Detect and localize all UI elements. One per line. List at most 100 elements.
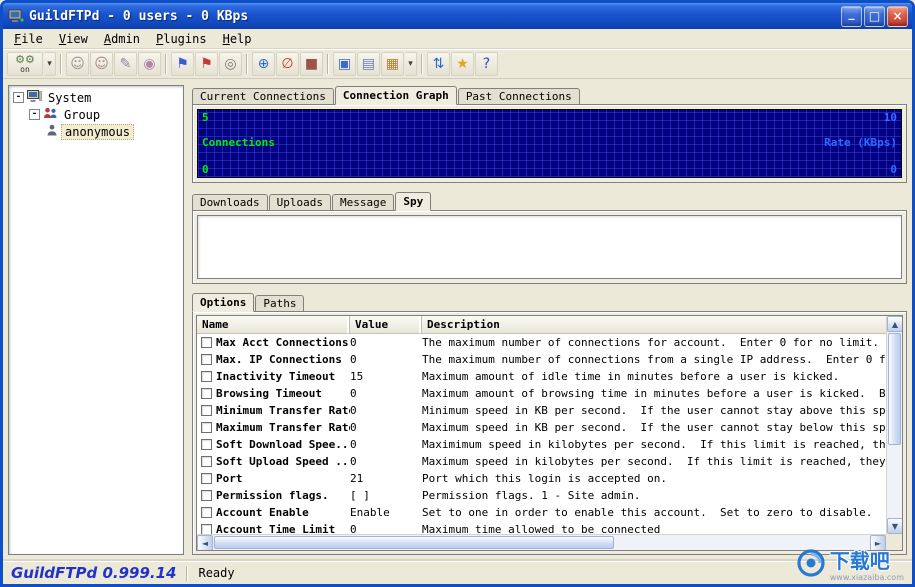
close-button[interactable]: × xyxy=(887,5,908,27)
scroll-up-button[interactable]: ▲ xyxy=(887,316,902,332)
delete-user-button[interactable]: ☺ xyxy=(90,52,113,76)
option-row[interactable]: Max Acct Connections 0 The maximum number … xyxy=(197,334,886,351)
tab-downloads[interactable]: Downloads xyxy=(192,194,268,210)
column-header-value[interactable]: Value xyxy=(350,316,422,333)
option-checkbox[interactable] xyxy=(201,507,212,518)
tab-current-connections[interactable]: Current Connections xyxy=(192,88,334,104)
ban-user-button[interactable]: ⚑ xyxy=(195,52,218,76)
help-button[interactable]: ? xyxy=(475,52,498,76)
online-toggle-button[interactable]: ⚙⚙ on xyxy=(7,52,43,76)
option-checkbox[interactable] xyxy=(201,405,212,416)
option-row[interactable]: Port 21 Port which this login is accepted … xyxy=(197,470,886,487)
horizontal-scrollbar-thumb[interactable] xyxy=(214,536,614,549)
option-row[interactable]: Permission flags. [ ] Permission flags. 1 … xyxy=(197,487,886,504)
option-row[interactable]: Maximum Transfer Rate 0 Maximum speed in K… xyxy=(197,419,886,436)
option-description: The maximum number of connections from a… xyxy=(422,353,886,366)
tab-paths[interactable]: Paths xyxy=(255,295,305,311)
menu-bar: File View Admin Plugins Help xyxy=(3,29,912,49)
option-row[interactable]: Minimum Transfer Rate 0 Minimum speed in K… xyxy=(197,402,886,419)
option-checkbox[interactable] xyxy=(201,337,212,348)
app-window: GuildFTPd - 0 users - 0 KBps _ □ × File V… xyxy=(0,0,915,587)
options-tabs: Options Paths xyxy=(192,292,907,312)
kick-user-button[interactable]: ⚑ xyxy=(171,52,194,76)
view-user-button[interactable]: ◉ xyxy=(138,52,161,76)
tab-spy[interactable]: Spy xyxy=(395,192,432,211)
option-row[interactable]: Soft Download Spee... 0 Maximimum speed in… xyxy=(197,436,886,453)
option-checkbox[interactable] xyxy=(201,371,212,382)
vertical-scrollbar-thumb[interactable] xyxy=(888,333,901,445)
www-services-button[interactable]: ⊕ xyxy=(252,52,275,76)
option-name: Browsing Timeout xyxy=(216,387,322,400)
tab-options[interactable]: Options xyxy=(192,293,255,312)
tab-message[interactable]: Message xyxy=(331,194,395,210)
add-user-button[interactable]: ☺ xyxy=(66,52,89,76)
stop-server-button[interactable]: ■ xyxy=(300,52,323,76)
menu-help[interactable]: Help xyxy=(215,30,260,48)
option-row[interactable]: Account Enable Enable Set to one in order … xyxy=(197,504,886,521)
edit-user-button[interactable]: ✎ xyxy=(114,52,137,76)
option-checkbox[interactable] xyxy=(201,473,212,484)
tree-item-label: anonymous xyxy=(61,123,135,140)
scroll-left-button[interactable]: ◄ xyxy=(197,535,213,550)
question-mark-icon: ? xyxy=(482,56,491,72)
menu-file[interactable]: File xyxy=(6,30,51,48)
option-row[interactable]: Inactivity Timeout 15 Maximum amount of id… xyxy=(197,368,886,385)
minimize-button[interactable]: _ xyxy=(841,5,862,27)
option-checkbox[interactable] xyxy=(201,388,212,399)
option-value: 21 xyxy=(350,472,364,485)
horizontal-scrollbar[interactable]: ◄ ► xyxy=(197,534,886,550)
transfer-arrows-button[interactable]: ⇅ xyxy=(427,52,450,76)
column-header-description[interactable]: Description xyxy=(422,316,886,333)
option-value: 0 xyxy=(350,455,357,468)
tree-collapse-icon[interactable]: - xyxy=(29,109,40,120)
option-checkbox[interactable] xyxy=(201,490,212,501)
spy-output-area xyxy=(197,215,902,279)
tree-item-system[interactable]: - System xyxy=(9,89,183,106)
statistics-button[interactable]: ▦ xyxy=(381,52,404,76)
vertical-scrollbar[interactable]: ▲ ▼ xyxy=(886,316,902,534)
tree-item-group[interactable]: - Group xyxy=(9,106,183,123)
log-window-button[interactable]: ▣ xyxy=(333,52,356,76)
scrollbar-track[interactable] xyxy=(887,446,902,518)
online-dropdown-button[interactable]: ▾ xyxy=(44,52,56,76)
option-row[interactable]: Account Time Limit 0 Maximum time allowed … xyxy=(197,521,886,534)
maximize-button[interactable]: □ xyxy=(864,5,885,27)
option-row[interactable]: Soft Upload Speed ... 0 Maximum speed in k… xyxy=(197,453,886,470)
option-checkbox[interactable] xyxy=(201,439,212,450)
user-tree[interactable]: - System - Group anonymous xyxy=(8,85,184,555)
tab-connection-graph[interactable]: Connection Graph xyxy=(334,86,457,105)
group-icon xyxy=(43,107,58,122)
spy-user-button[interactable]: ◎ xyxy=(219,52,242,76)
graph-right-axis-label: Rate (KBps) xyxy=(824,135,897,149)
window-icon: ▣ xyxy=(337,56,352,72)
deny-access-button[interactable]: ∅ xyxy=(276,52,299,76)
scroll-down-button[interactable]: ▼ xyxy=(887,518,902,534)
title-bar[interactable]: GuildFTPd - 0 users - 0 KBps _ □ × xyxy=(3,3,912,29)
tree-item-anonymous[interactable]: anonymous xyxy=(9,123,183,140)
column-header-name[interactable]: Name xyxy=(197,316,350,333)
statistics-dropdown-button[interactable]: ▾ xyxy=(405,52,417,76)
menu-plugins[interactable]: Plugins xyxy=(148,30,215,48)
graph-left-min: 0 xyxy=(202,163,209,176)
window-title: GuildFTPd - 0 users - 0 KBps xyxy=(29,8,249,24)
chevron-down-icon: ▾ xyxy=(47,58,52,69)
chevron-down-icon: ▾ xyxy=(408,58,413,69)
user-list-button[interactable]: ▤ xyxy=(357,52,380,76)
option-row[interactable]: Max. IP Connections 0 The maximum number o… xyxy=(197,351,886,368)
option-checkbox[interactable] xyxy=(201,524,212,534)
menu-admin[interactable]: Admin xyxy=(96,30,148,48)
option-checkbox[interactable] xyxy=(201,456,212,467)
option-checkbox[interactable] xyxy=(201,422,212,433)
tab-past-connections[interactable]: Past Connections xyxy=(457,88,580,104)
option-description: Minimum speed in KB per second. If the u… xyxy=(422,404,886,417)
main-area: - System - Group anonymous Current Conne… xyxy=(3,79,912,561)
option-checkbox[interactable] xyxy=(201,354,212,365)
tab-uploads[interactable]: Uploads xyxy=(268,194,331,210)
tree-collapse-icon[interactable]: - xyxy=(13,92,24,103)
wizard-button[interactable]: ★ xyxy=(451,52,474,76)
option-row[interactable]: Browsing Timeout 0 Maximum amount of brows… xyxy=(197,385,886,402)
menu-view[interactable]: View xyxy=(51,30,96,48)
option-description: Maximimum speed in kilobytes per second.… xyxy=(422,438,886,451)
option-value: 0 xyxy=(350,387,357,400)
options-page: Name Value Description Max Acct Connecti… xyxy=(192,311,907,555)
